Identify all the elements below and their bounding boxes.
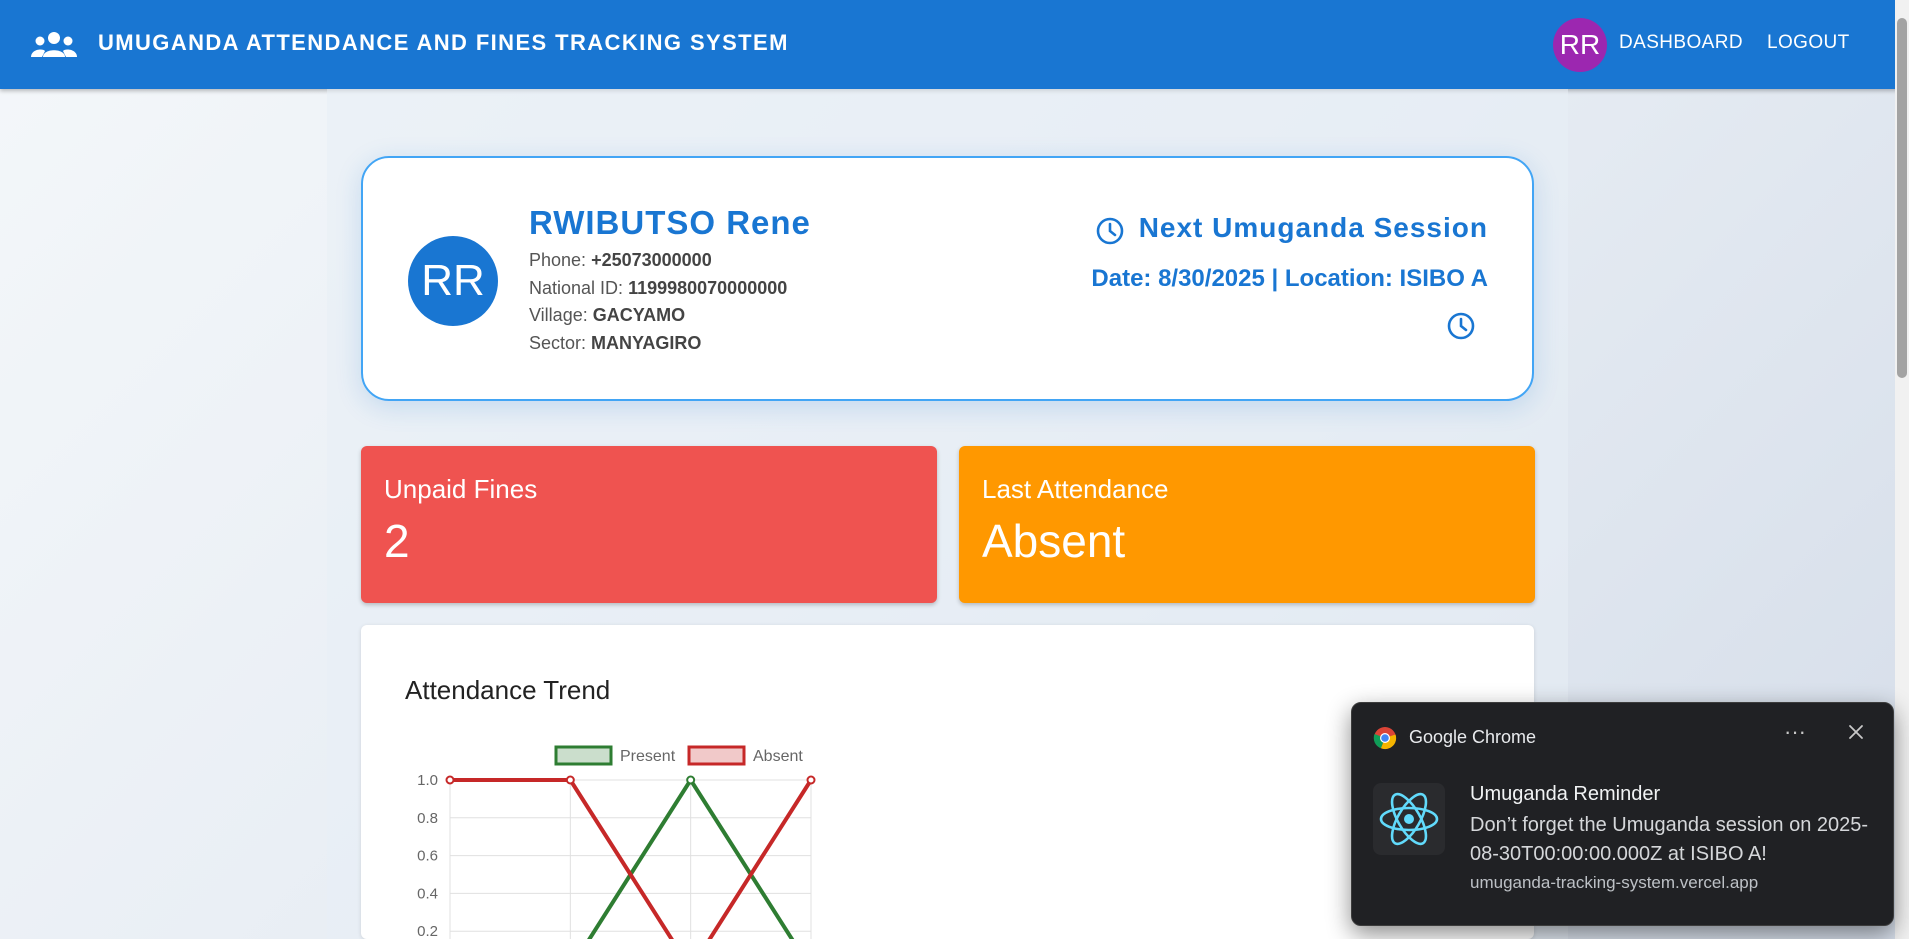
logout-button[interactable]: LOGOUT — [1767, 32, 1850, 54]
y-tick-label: 0.8 — [417, 810, 438, 827]
sector-row: Sector: MANYAGIRO — [529, 333, 701, 354]
next-session-title: Next Umuganda Session — [1138, 212, 1488, 243]
profile-avatar: RR — [408, 236, 498, 326]
national-id-label: National ID: — [529, 278, 624, 298]
notification-toast[interactable]: Google Chrome ··· Umuganda Reminder Don’… — [1351, 702, 1894, 926]
legend-swatch-present — [554, 745, 613, 766]
series-line-absent — [450, 778, 813, 939]
village-row: Village: GACYAMO — [529, 305, 685, 326]
unpaid-fines-value: 2 — [384, 515, 410, 567]
notification-origin: umuganda-tracking-system.vercel.app — [1470, 873, 1759, 892]
close-icon[interactable] — [1845, 721, 1867, 743]
data-point-absent — [565, 775, 575, 785]
sector-value: MANYAGIRO — [591, 333, 702, 353]
scrollbar[interactable] — [1895, 0, 1909, 939]
last-attendance-label: Last Attendance — [982, 474, 1169, 504]
sector-label: Sector: — [529, 333, 587, 353]
notification-app-name: Google Chrome — [1409, 727, 1537, 747]
last-attendance-value: Absent — [982, 515, 1126, 567]
data-point-present — [686, 775, 696, 785]
clock-icon — [1096, 217, 1124, 245]
profile-card: RR RWIBUTSO Rene Phone: +25073000000 Nat… — [361, 156, 1534, 401]
phone-value: +25073000000 — [591, 250, 712, 270]
legend-label-present: Present — [620, 748, 676, 765]
last-attendance-card: Last Attendance Absent — [959, 446, 1535, 603]
notification-title: Umuganda Reminder — [1470, 783, 1661, 805]
app-title: UMUGANDA ATTENDANCE AND FINES TRACKING S… — [98, 30, 789, 55]
phone-row: Phone: +25073000000 — [529, 250, 712, 271]
unpaid-fines-card: Unpaid Fines 2 — [361, 446, 937, 603]
chrome-icon — [1373, 727, 1397, 750]
y-tick-label: 0.2 — [417, 923, 438, 939]
clock-icon-secondary — [1447, 312, 1475, 340]
data-point-absent — [445, 775, 455, 785]
app-bar: UMUGANDA ATTENDANCE AND FINES TRACKING S… — [0, 0, 1909, 89]
legend-swatch-absent — [687, 745, 746, 766]
phone-label: Phone: — [529, 250, 587, 270]
y-tick-label: 0.4 — [417, 885, 438, 902]
profile-name: RWIBUTSO Rene — [529, 204, 811, 241]
y-tick-label: 0.6 — [417, 848, 438, 865]
user-avatar[interactable]: RR — [1553, 18, 1607, 72]
notification-body: Don’t forget the Umuganda session on 202… — [1470, 814, 1869, 865]
series-line-present — [587, 778, 795, 939]
village-value: GACYAMO — [592, 305, 686, 325]
unpaid-fines-label: Unpaid Fines — [384, 474, 538, 504]
dashboard-button[interactable]: DASHBOARD — [1619, 32, 1743, 54]
village-label: Village: — [529, 305, 588, 325]
national-id-value: 1199980070000000 — [628, 278, 788, 298]
y-tick-label: 1.0 — [417, 772, 438, 789]
react-logo-icon — [1373, 783, 1445, 855]
scrollbar-thumb[interactable] — [1897, 18, 1907, 378]
more-options-icon[interactable]: ··· — [1784, 719, 1806, 745]
session-details: Date: 8/30/2025 | Location: ISIBO A — [1091, 265, 1488, 292]
legend-label-absent: Absent — [753, 748, 803, 765]
data-point-absent — [806, 775, 816, 785]
people-group-icon — [31, 32, 77, 57]
national-id-row: National ID: 1199980070000000 — [529, 278, 787, 299]
